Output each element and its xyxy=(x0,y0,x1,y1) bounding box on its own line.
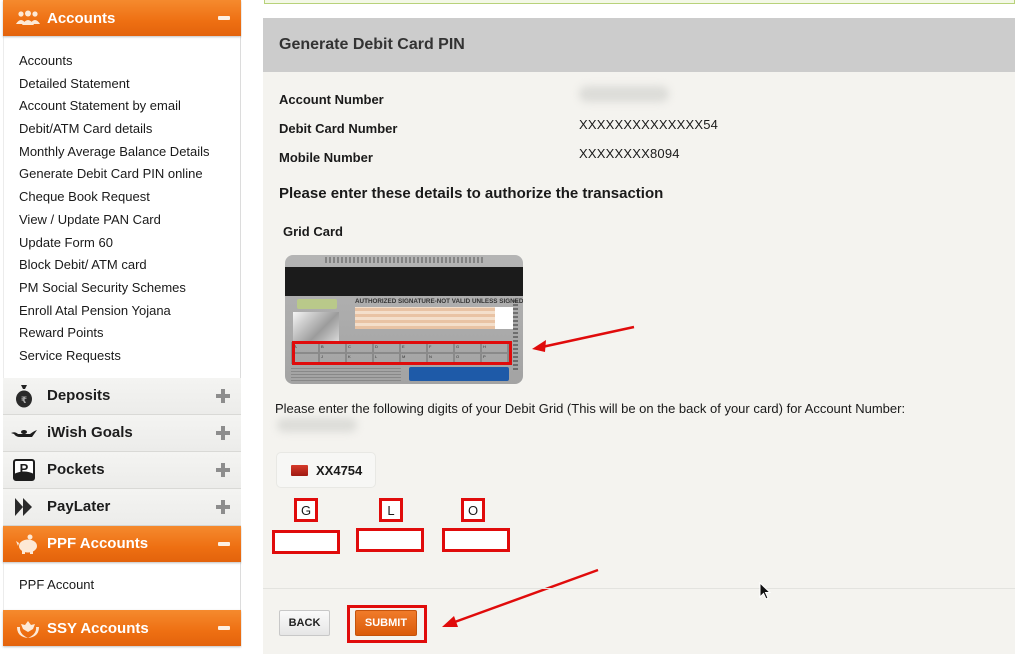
main-content: Generate Debit Card PIN Account Number D… xyxy=(242,0,1018,662)
magnetic-stripe xyxy=(285,267,523,296)
signature-caption: AUTHORIZED SIGNATURE-NOT VALID UNLESS SI… xyxy=(355,298,523,305)
hologram xyxy=(293,312,339,343)
pockets-icon: P xyxy=(9,458,39,482)
card-chip-icon xyxy=(291,464,308,476)
sidebar-item-pm-schemes[interactable]: PM Social Security Schemes xyxy=(4,277,240,300)
grid-letter-l: L xyxy=(379,498,403,522)
grid-input-o[interactable] xyxy=(442,528,510,552)
svg-text:₹: ₹ xyxy=(21,396,27,406)
sidebar-section-ppf[interactable]: PPF Accounts xyxy=(3,525,241,562)
sidebar-section-iwish[interactable]: iWish Goals xyxy=(3,414,241,452)
sidebar-item-mab-details[interactable]: Monthly Average Balance Details xyxy=(4,141,240,164)
mobile-number-value: XXXXXXXX8094 xyxy=(579,146,680,161)
account-number-value-redacted xyxy=(579,86,669,102)
mobile-number-label: Mobile Number xyxy=(279,150,373,165)
sidebar-section-title: PayLater xyxy=(47,498,111,516)
grid-letter-o: O xyxy=(461,498,485,522)
grid-instruction: Please enter the following digits of you… xyxy=(275,401,906,416)
sidebar-item-pan-card[interactable]: View / Update PAN Card xyxy=(4,209,240,232)
sidebar: Accounts Accounts Detailed Statement Acc… xyxy=(0,0,242,662)
sidebar-item-accounts[interactable]: Accounts xyxy=(4,50,240,73)
generate-pin-panel: Generate Debit Card PIN Account Number D… xyxy=(263,18,1015,654)
footer-divider xyxy=(263,588,1015,589)
sidebar-section-deposits[interactable]: ₹ Deposits xyxy=(3,377,241,415)
expand-icon[interactable] xyxy=(216,499,230,514)
svg-text:P: P xyxy=(20,461,29,476)
account-chip: XX4754 xyxy=(276,452,376,488)
account-chip-value: XX4754 xyxy=(316,462,363,478)
instruction-account-redacted xyxy=(277,418,357,432)
sidebar-item-generate-pin[interactable]: Generate Debit Card PIN online xyxy=(4,163,240,186)
signature-strip xyxy=(355,307,495,329)
page: Accounts Accounts Detailed Statement Acc… xyxy=(0,0,1018,662)
accounts-submenu: Accounts Detailed Statement Account Stat… xyxy=(3,36,241,378)
grid-letter-g: G xyxy=(294,498,318,522)
sidebar-section-title: SSY Accounts xyxy=(47,619,149,637)
account-number-label: Account Number xyxy=(279,92,384,107)
debit-card-label: Debit Card Number xyxy=(279,121,398,136)
debit-card-value: XXXXXXXXXXXXXX54 xyxy=(579,117,719,132)
card-side-text xyxy=(513,300,518,370)
expand-icon[interactable] xyxy=(216,462,230,477)
magic-lamp-icon xyxy=(9,421,39,445)
collapse-icon[interactable] xyxy=(218,541,230,546)
sidebar-item-service-requests[interactable]: Service Requests xyxy=(4,345,240,368)
grid-highlight-box xyxy=(292,341,512,365)
sidebar-section-ssy[interactable]: SSY Accounts xyxy=(3,610,241,647)
submit-button[interactable]: SUBMIT xyxy=(355,610,417,636)
money-bag-icon: ₹ xyxy=(9,384,39,408)
sidebar-section-pockets[interactable]: P Pockets xyxy=(3,451,241,489)
card-fine-print xyxy=(325,257,485,263)
sidebar-section-title: iWish Goals xyxy=(47,424,133,442)
grid-input-g[interactable] xyxy=(272,530,340,554)
back-button[interactable]: BACK xyxy=(279,610,330,636)
sidebar-item-statement-email[interactable]: Account Statement by email xyxy=(4,95,240,118)
users-icon xyxy=(13,7,43,29)
grid-card-label: Grid Card xyxy=(283,224,343,239)
sidebar-item-reward-points[interactable]: Reward Points xyxy=(4,322,240,345)
sidebar-item-block-card[interactable]: Block Debit/ ATM card xyxy=(4,254,240,277)
card-logo xyxy=(297,299,337,309)
sidebar-section-title: Deposits xyxy=(47,387,111,405)
sidebar-section-title: PPF Accounts xyxy=(47,535,149,553)
hands-care-icon xyxy=(13,617,43,639)
top-notice-bar xyxy=(264,0,1015,4)
collapse-icon[interactable] xyxy=(218,626,230,631)
ppf-submenu: PPF Account xyxy=(3,561,241,611)
page-title: Generate Debit Card PIN xyxy=(263,18,1015,72)
sidebar-item-ppf-account[interactable]: PPF Account xyxy=(4,574,240,597)
piggy-bank-icon xyxy=(13,533,43,555)
payback-banner xyxy=(409,367,509,381)
auth-heading: Please enter these details to authorize … xyxy=(279,185,664,202)
annotation-arrow-icon xyxy=(442,568,599,627)
sidebar-item-cheque-book[interactable]: Cheque Book Request xyxy=(4,186,240,209)
expand-icon[interactable] xyxy=(216,388,230,403)
collapse-icon[interactable] xyxy=(218,16,230,20)
sidebar-item-form-60[interactable]: Update Form 60 xyxy=(4,232,240,255)
sidebar-section-title: Pockets xyxy=(47,461,105,479)
sidebar-item-atal-pension[interactable]: Enroll Atal Pension Yojana xyxy=(4,300,240,323)
grid-input-l[interactable] xyxy=(356,528,424,552)
sidebar-item-detailed-statement[interactable]: Detailed Statement xyxy=(4,73,240,96)
mouse-cursor-icon xyxy=(759,582,772,600)
card-terms-text xyxy=(291,367,401,381)
double-chevron-icon xyxy=(9,495,39,519)
sidebar-section-accounts[interactable]: Accounts xyxy=(3,0,241,36)
annotation-arrow-icon xyxy=(532,325,635,352)
sidebar-section-title: Accounts xyxy=(47,9,116,27)
sidebar-item-card-details[interactable]: Debit/ATM Card details xyxy=(4,118,240,141)
cvv-box xyxy=(495,307,513,329)
expand-icon[interactable] xyxy=(216,425,230,440)
sidebar-section-paylater[interactable]: PayLater xyxy=(3,488,241,526)
